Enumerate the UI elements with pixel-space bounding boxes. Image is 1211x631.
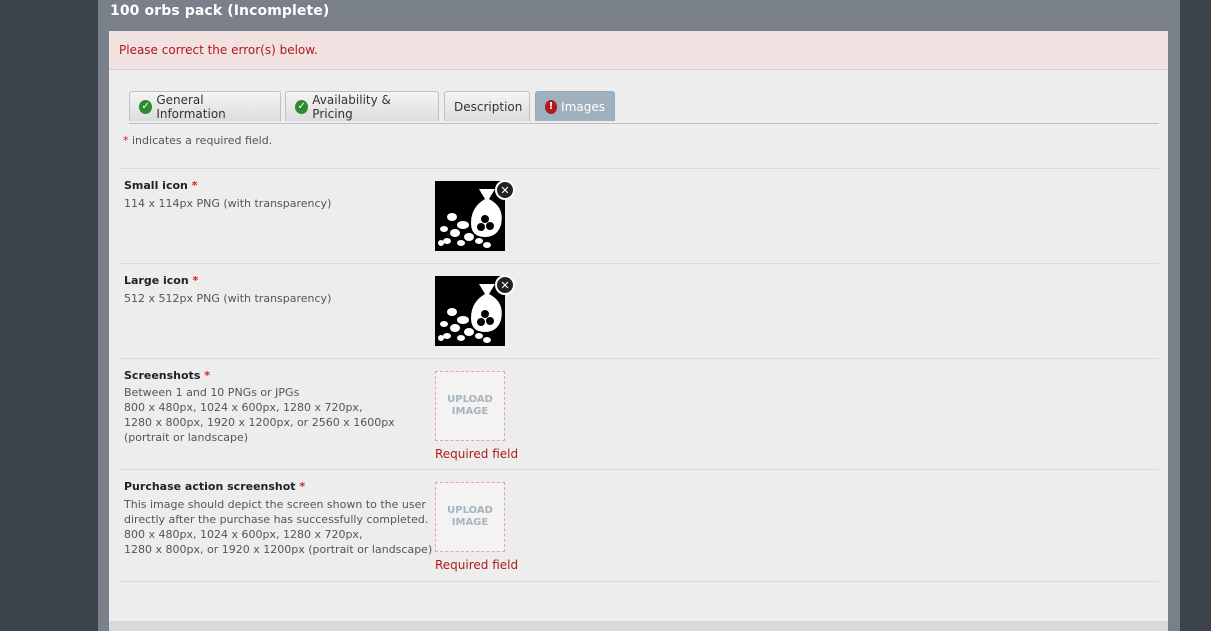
upload-label-line: IMAGE <box>451 517 489 528</box>
field-title: Small icon <box>124 179 188 192</box>
field-label: Large icon * <box>124 274 198 287</box>
purchase-screenshot-row: Purchase action screenshot * This image … <box>119 469 1159 582</box>
remove-image-button[interactable]: ✕ <box>495 180 515 200</box>
required-star: * <box>191 179 198 192</box>
field-description: Between 1 and 10 PNGs or JPGs 800 x 480p… <box>124 386 395 444</box>
check-icon: ✓ <box>295 99 309 114</box>
small-icon-row: Small icon * 114 x 114px PNG (with trans… <box>119 168 1159 264</box>
tab-general-information[interactable]: ✓ General Information <box>129 91 281 121</box>
field-title: Large icon <box>124 274 189 287</box>
upload-image-button[interactable]: UPLOAD IMAGE <box>435 371 505 441</box>
field-title: Screenshots <box>124 369 201 382</box>
dialog-title: 100 orbs pack (Incomplete) <box>110 3 330 19</box>
edit-item-dialog: 100 orbs pack (Incomplete) Please correc… <box>98 0 1180 631</box>
tab-images[interactable]: ! Images <box>535 91 615 121</box>
error-banner: Please correct the error(s) below. <box>109 31 1168 70</box>
upload-label-line: IMAGE <box>451 406 489 417</box>
upload-image-button[interactable]: UPLOAD IMAGE <box>435 482 505 552</box>
tab-label: Availability & Pricing <box>312 92 391 121</box>
required-field-error: Required field <box>435 558 519 572</box>
required-note-text: indicates a required field. <box>128 134 273 147</box>
error-icon: ! <box>545 99 558 114</box>
upload-label-line: UPLOAD <box>447 394 493 405</box>
page-background-right <box>1180 0 1211 631</box>
field-description: 512 x 512px PNG (with transparency) <box>124 292 332 305</box>
tab-label: Images <box>561 99 605 114</box>
small-icon-preview: ✕ <box>435 180 515 251</box>
error-message: Please correct the error(s) below. <box>119 43 318 57</box>
tab-availability-pricing[interactable]: ✓ Availability & Pricing <box>285 91 439 121</box>
required-field-error: Required field <box>435 447 519 461</box>
tab-description[interactable]: Description <box>444 91 530 121</box>
large-icon-preview: ✕ <box>435 275 515 346</box>
required-star: * <box>299 480 306 493</box>
required-note: * indicates a required field. <box>123 134 272 147</box>
screenshots-row: Screenshots * Between 1 and 10 PNGs or J… <box>119 358 1159 470</box>
required-star: * <box>204 369 210 382</box>
dialog-footer <box>109 621 1168 631</box>
field-label: Screenshots * <box>124 369 210 382</box>
upload-label: UPLOAD IMAGE <box>447 394 493 418</box>
page-background-left <box>0 0 98 631</box>
field-title: Purchase action screenshot <box>124 480 296 493</box>
dialog-panel: Please correct the error(s) below. ✓ Gen… <box>109 31 1168 631</box>
tab-label: General Information <box>156 92 226 121</box>
required-star: * <box>192 274 199 287</box>
check-icon: ✓ <box>139 99 153 114</box>
field-description: This image should depict the screen show… <box>124 498 433 556</box>
upload-label: UPLOAD IMAGE <box>447 505 493 529</box>
field-label: Purchase action screenshot * <box>124 480 305 493</box>
tab-label: Description <box>454 99 523 114</box>
large-icon-row: Large icon * 512 x 512px PNG (with trans… <box>119 263 1159 359</box>
tab-bar: ✓ General Information ✓ Availability & P… <box>129 91 1159 124</box>
upload-label-line: UPLOAD <box>447 505 493 516</box>
field-description: 114 x 114px PNG (with transparency) <box>124 197 332 210</box>
field-label: Small icon * <box>124 179 197 192</box>
remove-image-button[interactable]: ✕ <box>495 275 515 295</box>
